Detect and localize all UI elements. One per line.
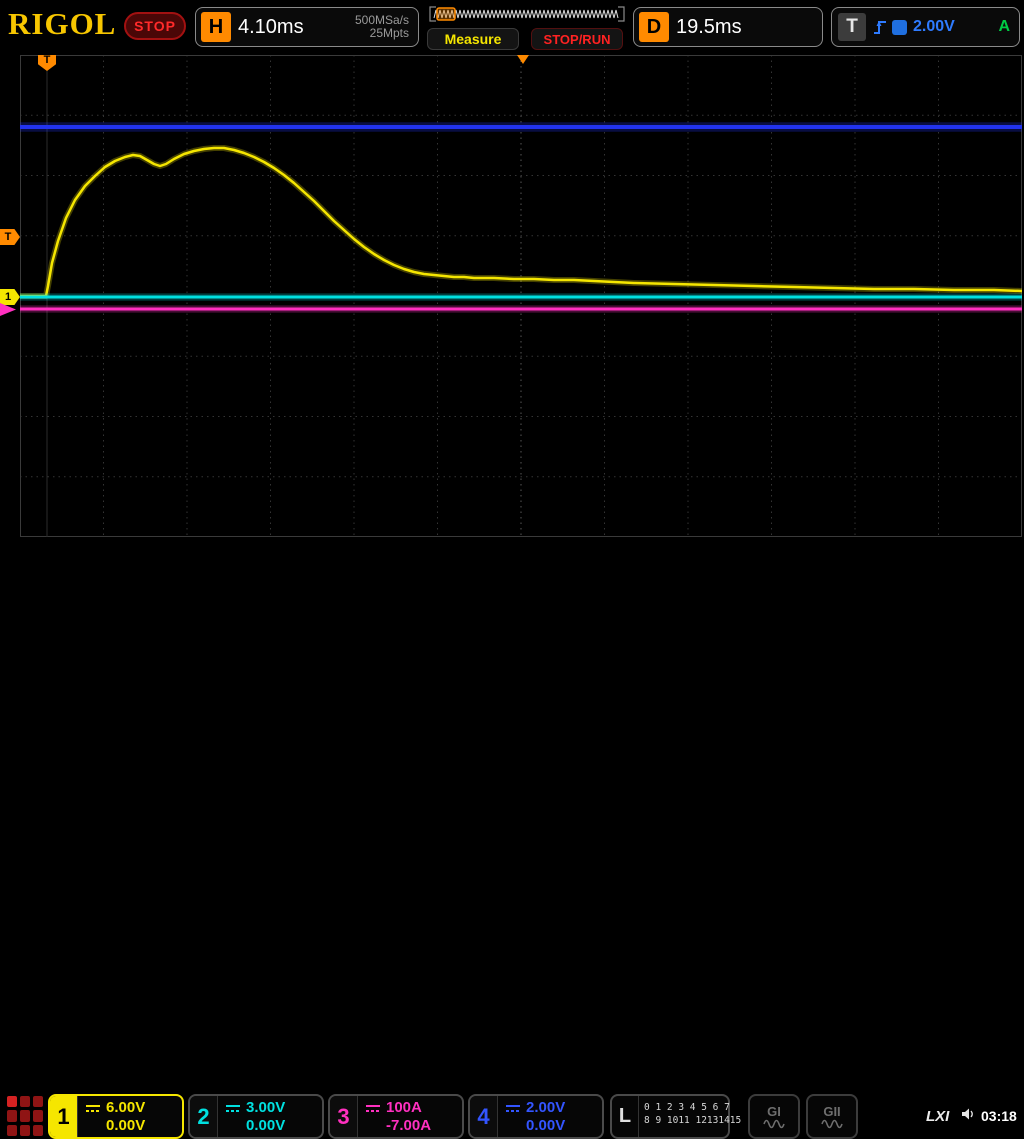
channel-1-scale: 6.00V [106,1099,145,1116]
logic-channel-list: 0 1 2 3 4 5 6 7 8 9 1011 12131415 [639,1096,741,1137]
horizontal-label: H [201,12,231,42]
channel-3-number: 3 [330,1096,358,1137]
top-status-bar: RIGOL STOP H 4.10ms 500MSa/s 25Mpts Meas… [0,0,1024,54]
coupling-icon [225,1103,241,1113]
channel-2-number: 2 [190,1096,218,1137]
lxi-indicator: LXI [926,1108,949,1125]
channel-3-scale: 100A [386,1099,422,1116]
speaker-icon [960,1106,976,1122]
generator-1-label: GI [767,1105,781,1119]
delay-settings-box[interactable]: D 19.5ms [633,7,823,47]
generator-2-box[interactable]: GII [806,1094,858,1139]
waveform-svg [20,55,1022,537]
trigger-source-icon [892,20,907,35]
timebase-value: 4.10ms [238,16,304,39]
channel-1-number: 1 [50,1096,78,1137]
memory-waveform-bar[interactable] [424,4,630,24]
horizontal-settings-box[interactable]: H 4.10ms 500MSa/s 25Mpts [195,7,419,47]
trigger-label: T [838,13,866,41]
brand-logo: RIGOL [8,6,116,42]
waveform-display-area: T [20,55,1022,537]
memory-depth: 25Mpts [355,27,409,40]
channel-4-scale: 2.00V [526,1099,565,1116]
trigger-settings-box[interactable]: T 2.00V A [831,7,1020,47]
coupling-icon [505,1103,521,1113]
coupling-icon [365,1103,381,1113]
logic-row-1: 0 1 2 3 4 5 6 7 [644,1101,741,1114]
generator-2-label: GII [823,1105,840,1119]
generator-1-box[interactable]: GI [748,1094,800,1139]
acquisition-info: 500MSa/s 25Mpts [355,14,409,40]
channel-4-offset: 0.00V [526,1117,565,1134]
channel-3-offset: -7.00A [386,1117,431,1134]
stop-run-button[interactable]: STOP/RUN [531,28,623,50]
trigger-level-value: 2.00V [913,18,955,36]
channel-1-box[interactable]: 1 6.00V 0.00V [48,1094,184,1139]
channel-3-box[interactable]: 3 100A -7.00A [328,1094,464,1139]
menu-icon[interactable] [7,1096,43,1136]
channel-2-box[interactable]: 2 3.00V 0.00V [188,1094,324,1139]
ch1-zero-marker[interactable]: 1 [0,289,20,305]
delay-value: 19.5ms [676,16,742,39]
trigger-level-marker[interactable]: T [0,229,20,245]
bottom-channel-bar: 1 6.00V 0.00V 2 3.00V 0.00V [0,545,1024,600]
channel-4-box[interactable]: 4 2.00V 0.00V [468,1094,604,1139]
logic-analyzer-label: L [612,1096,639,1137]
coupling-icon [85,1103,101,1113]
sine-icon [821,1119,843,1129]
logic-analyzer-box[interactable]: L 0 1 2 3 4 5 6 7 8 9 1011 12131415 [610,1094,730,1139]
auto-trigger-indicator: A [998,18,1010,36]
channel-2-scale: 3.00V [246,1099,285,1116]
clock: 03:18 [981,1108,1017,1124]
channel-2-offset: 0.00V [246,1117,285,1134]
delay-position-marker[interactable] [517,55,529,64]
channel-1-offset: 0.00V [106,1117,145,1134]
logic-row-2: 8 9 1011 12131415 [644,1114,741,1127]
sine-icon [763,1119,785,1129]
rising-edge-icon [872,18,888,36]
run-state-badge: STOP [124,12,186,40]
delay-label: D [639,12,669,42]
channel-4-number: 4 [470,1096,498,1137]
measure-button[interactable]: Measure [427,28,519,50]
